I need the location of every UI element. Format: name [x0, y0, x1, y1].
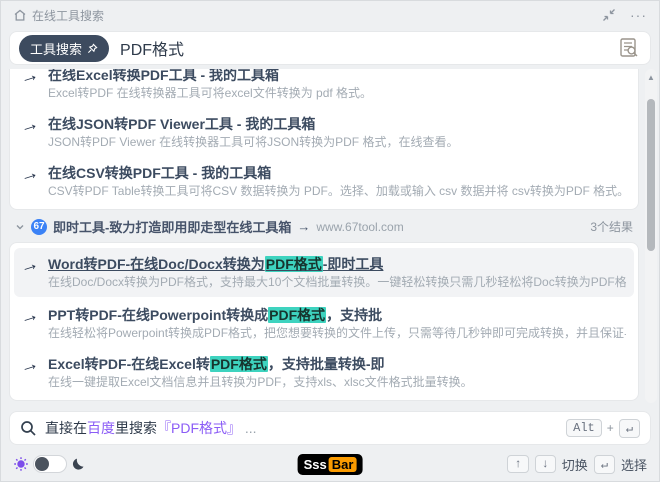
switch-hint-label: 切换: [562, 455, 588, 474]
window-title: 在线工具搜索: [32, 7, 104, 24]
result-title: 在线CSV转换PDF工具 - 我的工具箱: [48, 164, 626, 182]
results-list: → 在线Excel转换PDF工具 - 我的工具箱 Excel转PDF 在线转换器…: [9, 69, 639, 403]
pin-icon: [87, 43, 98, 54]
toggle-knob[interactable]: [35, 457, 49, 471]
result-desc: 在线一键提取Excel文档信息并且转换为PDF，支持xls、xlsc文件格式批量…: [48, 375, 473, 390]
search-input[interactable]: PDF格式: [120, 36, 617, 60]
highlight-term: PDF格式: [210, 356, 268, 372]
enter-key-icon: ↵: [619, 419, 640, 438]
result-row-word2pdf[interactable]: → Word转PDF-在线Doc/Docx转换为PDF格式-即时工具 在线Doc…: [14, 248, 634, 297]
result-group-mytoolbox: → 在线Excel转换PDF工具 - 我的工具箱 Excel转PDF 在线转换器…: [9, 69, 639, 210]
highlight-term: PDF格式: [268, 307, 326, 323]
result-row-csv-mytoolbox[interactable]: → 在线CSV转换PDF工具 - 我的工具箱 CSV转PDF Table转换工具…: [10, 157, 638, 206]
result-row-excel2pdf[interactable]: → Excel转PDF-在线Excel转PDF格式，支持批量转换-即 在线一键提…: [10, 348, 638, 397]
logo-text-2: Bar: [329, 457, 357, 472]
arrow-icon: →: [18, 115, 42, 138]
logo-text-1: Sss: [304, 457, 327, 472]
chevron-down-icon[interactable]: [15, 222, 25, 232]
group-title: 即时工具-致力打造即用即走型在线工具箱: [53, 217, 291, 236]
arrow-icon: →: [18, 69, 42, 88]
search-scope-label: 工具搜索: [30, 39, 82, 58]
group-arrow-icon: →: [297, 219, 310, 234]
result-group-67tool: → Word转PDF-在线Doc/Docx转换为PDF格式-即时工具 在线Doc…: [9, 242, 639, 401]
plus-sign: +: [607, 421, 614, 435]
result-desc: Excel转PDF 在线转换器工具可将excel文件转换为 pdf 格式。: [48, 86, 372, 101]
arrow-icon: →: [18, 164, 42, 187]
select-hint-label: 选择: [621, 455, 647, 474]
theme-toggle[interactable]: [33, 455, 67, 473]
search-scope-badge[interactable]: 工具搜索: [19, 35, 109, 62]
result-row-ppt2pdf[interactable]: → PPT转PDF-在线Powerpoint转换成PDF格式，支持批 在线轻松将…: [10, 299, 638, 348]
arrow-icon: →: [18, 306, 42, 329]
result-title: 在线Excel转换PDF工具 - 我的工具箱: [48, 69, 372, 84]
group-result-count: 3个结果: [590, 218, 633, 235]
sun-icon[interactable]: [13, 456, 29, 472]
group-url[interactable]: www.67tool.com: [316, 220, 403, 234]
result-title: Excel转PDF-在线Excel转PDF格式，支持批量转换-即: [48, 355, 473, 373]
result-desc: 在线Doc/Docx转换为PDF格式，支持最大10个文档批量转换。一键轻松转换只…: [48, 275, 626, 290]
moon-icon[interactable]: [71, 457, 86, 472]
result-desc: 在线轻松将Powerpoint转换成PDF格式，把您想要转换的文件上传，只需等待…: [48, 326, 626, 341]
titlebar: 在线工具搜索 ···: [1, 1, 659, 29]
engine-name: 百度: [87, 420, 115, 436]
alt-key: Alt: [566, 419, 602, 437]
result-desc: JSON转PDF Viewer 在线转换器工具可将JSON转换为PDF 格式，在…: [48, 135, 458, 150]
app-window: 在线工具搜索 ··· 工具搜索 PDF格式 → 在线Excel转: [0, 0, 660, 482]
more-icon[interactable]: ···: [630, 10, 647, 20]
up-key-icon: ↑: [507, 455, 528, 473]
result-desc: CSV转PDF Table转换工具可将CSV 数据转换为 PDF。选择、加载或输…: [48, 184, 626, 199]
arrow-icon: →: [18, 255, 42, 278]
keyboard-hints: ↑ ↓ 切换 ↵ 选择: [507, 455, 647, 474]
search-icon: [20, 420, 37, 437]
result-title: 在线JSON转PDF Viewer工具 - 我的工具箱: [48, 115, 458, 133]
fallback-search-text: 直接在百度里搜索『PDF格式』 ...: [45, 418, 257, 438]
highlight-term: PDF格式: [265, 256, 323, 272]
result-row-excel-mytoolbox[interactable]: → 在线Excel转换PDF工具 - 我的工具箱 Excel转PDF 在线转换器…: [10, 69, 638, 108]
scrollbar[interactable]: ▲: [645, 69, 657, 403]
scrollbar-up-icon[interactable]: ▲: [645, 73, 657, 82]
sssbar-logo: Sss Bar: [298, 454, 363, 475]
site-logo-icon: 67: [31, 219, 47, 235]
result-row-json-mytoolbox[interactable]: → 在线JSON转PDF Viewer工具 - 我的工具箱 JSON转PDF V…: [10, 108, 638, 157]
collapse-icon[interactable]: [602, 8, 616, 22]
home-icon: [13, 8, 27, 22]
search-bar[interactable]: 工具搜索 PDF格式: [9, 31, 651, 65]
enter-key-icon: ↵: [594, 455, 615, 474]
footer-bar: Sss Bar ↑ ↓ 切换 ↵ 选择: [1, 447, 659, 481]
scrollbar-thumb[interactable]: [647, 99, 655, 251]
down-key-icon: ↓: [535, 455, 556, 473]
fallback-search-row[interactable]: 直接在百度里搜索『PDF格式』 ... Alt + ↵: [9, 411, 651, 445]
result-title: PPT转PDF-在线Powerpoint转换成PDF格式，支持批: [48, 306, 626, 324]
group-header-67tool[interactable]: 67 即时工具-致力打造即用即走型在线工具箱 → www.67tool.com …: [9, 210, 639, 242]
search-term: 『PDF格式』: [157, 420, 241, 436]
arrow-icon: →: [18, 355, 42, 378]
doc-search-icon[interactable]: [617, 36, 641, 60]
result-title: Word转PDF-在线Doc/Docx转换为PDF格式-即时工具: [48, 255, 626, 273]
